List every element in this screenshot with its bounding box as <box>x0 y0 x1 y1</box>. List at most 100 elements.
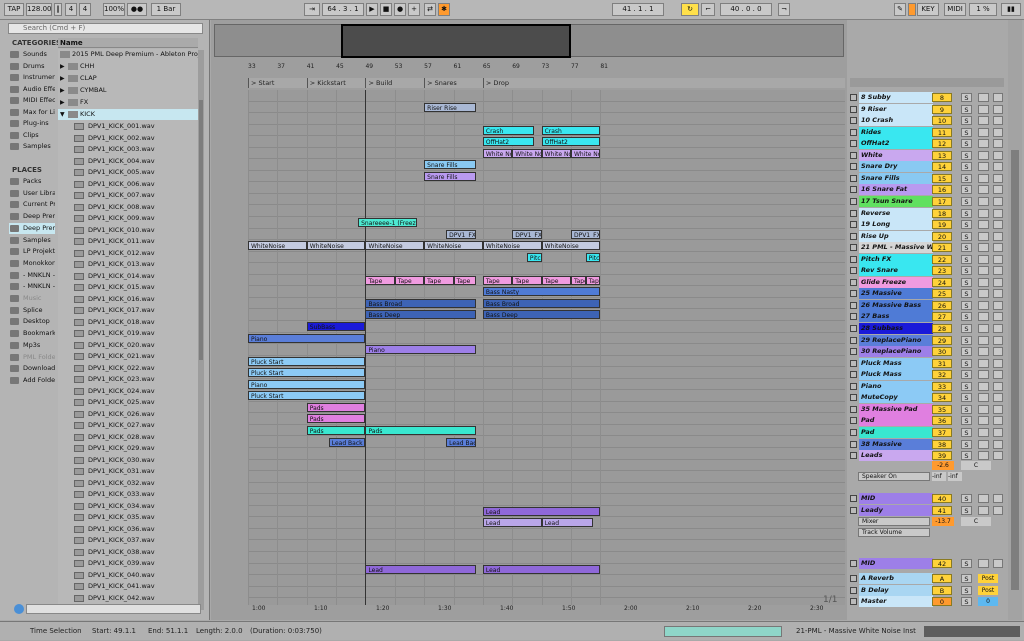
track-header[interactable]: 9 Riser 9 S <box>848 103 1006 115</box>
arm-button[interactable] <box>978 347 989 357</box>
expand-icon[interactable]: ▶ <box>60 73 65 84</box>
bar-ruler[interactable]: 33 37 41 45 49 53 57 61 65 69 73 77 81 <box>248 63 845 73</box>
solo-button[interactable]: S <box>961 220 972 230</box>
browser-file-label[interactable]: DPV1_KICK_041.wav <box>58 582 155 590</box>
solo-button[interactable]: S <box>961 597 972 606</box>
track-activator[interactable]: 38 <box>932 439 952 449</box>
track-name[interactable]: 28 Subbass <box>859 323 933 334</box>
track-fold-icon[interactable] <box>850 575 857 582</box>
preview-strip[interactable] <box>26 604 201 614</box>
solo-button[interactable]: S <box>961 243 972 253</box>
browser-file[interactable]: DPV1_KICK_037.wav <box>58 535 198 546</box>
track-activator[interactable]: 25 <box>932 289 952 299</box>
browser-file[interactable]: DPV1_KICK_029.wav <box>58 443 198 454</box>
solo-button[interactable]: S <box>961 185 972 195</box>
track-name[interactable]: Piano <box>859 380 933 392</box>
arrangement-clip[interactable]: Snareeee-1 (Freeze) <box>358 218 417 228</box>
arrangement-clip[interactable]: WhiteNoise <box>248 241 307 251</box>
arm-button[interactable] <box>978 300 989 310</box>
track-lane[interactable] <box>248 229 845 241</box>
audio-file-icon[interactable] <box>74 341 84 349</box>
track-name[interactable]: Pluck Mass <box>859 369 933 381</box>
audio-file-icon[interactable] <box>74 594 84 602</box>
browser-scrollbar[interactable] <box>198 50 204 610</box>
browser-file-label[interactable]: DPV1_KICK_008.wav <box>58 203 155 211</box>
folder-icon[interactable] <box>10 365 19 373</box>
track-fold-icon[interactable] <box>850 359 857 367</box>
time-marker[interactable]: 1:30 <box>438 605 451 612</box>
place-item[interactable]: Deep Premium <box>9 211 55 222</box>
track-activator[interactable]: 31 <box>932 358 952 368</box>
browser-file[interactable]: DPV1_KICK_028.wav <box>58 432 198 443</box>
monitor-button[interactable] <box>993 370 1003 380</box>
folder-icon[interactable] <box>10 271 19 279</box>
audio-file-icon[interactable] <box>74 215 84 222</box>
track-name[interactable]: White <box>859 149 933 161</box>
monitor-button[interactable] <box>993 116 1003 126</box>
arm-button[interactable] <box>978 289 989 299</box>
solo-button[interactable]: S <box>961 208 972 218</box>
group-track-header[interactable]: MID 42 S <box>848 558 1006 569</box>
locator-lane[interactable]: > Start > Kickstart > Build > Snares > Drop <box>248 78 845 88</box>
monitor-button[interactable] <box>993 162 1003 172</box>
arm-button[interactable] <box>978 254 989 264</box>
browser-file[interactable]: DPV1_KICK_003.wav <box>58 144 198 155</box>
arm-button[interactable] <box>978 416 989 426</box>
track-fold-icon[interactable] <box>850 417 857 425</box>
browser-file[interactable]: DPV1_KICK_014.wav <box>58 271 198 282</box>
category-label[interactable]: Max for Live <box>23 108 55 116</box>
track-header[interactable]: 19 Long 19 S <box>848 219 1006 231</box>
group-track-header[interactable]: MID 40 S <box>848 493 1006 504</box>
monitor-button[interactable] <box>993 173 1003 183</box>
monitor-button[interactable] <box>993 231 1003 241</box>
solo-button[interactable]: S <box>961 381 972 391</box>
solo-button[interactable]: S <box>961 416 972 426</box>
track-name[interactable]: Pad <box>859 426 933 438</box>
track-activator[interactable]: 35 <box>932 404 952 414</box>
track-lane[interactable] <box>248 102 845 114</box>
track-fold-icon[interactable] <box>850 94 857 101</box>
browser-file[interactable]: DPV1_KICK_038.wav <box>58 547 198 558</box>
audio-file-icon[interactable] <box>74 249 84 257</box>
track-activator[interactable]: 36 <box>932 416 952 426</box>
time-marker[interactable]: 1:40 <box>500 605 513 612</box>
browser-file[interactable]: DPV1_KICK_040.wav <box>58 570 198 581</box>
track-activator[interactable]: 27 <box>932 312 952 322</box>
arrangement-clip[interactable]: White Noise <box>541 148 571 158</box>
folder-icon[interactable] <box>68 99 78 106</box>
name-column-header[interactable]: Name <box>58 38 198 48</box>
category-label[interactable]: Clips <box>23 131 39 139</box>
browser-file[interactable]: DPV1_KICK_013.wav <box>58 259 198 270</box>
audio-file-icon[interactable] <box>74 456 84 464</box>
category-icon[interactable] <box>10 62 19 70</box>
grid-line[interactable] <box>570 90 572 605</box>
track-header[interactable]: 26 Massive Bass 26 S <box>848 299 1006 311</box>
expand-icon[interactable]: ▶ <box>60 61 65 72</box>
category-item[interactable]: Audio Effects <box>9 84 55 95</box>
time-ruler[interactable]: 1:00 1:10 1:20 1:30 1:40 1:50 2:00 2:10 2:20 2:30 <box>248 605 845 615</box>
return-track-header[interactable]: B Delay B S Post <box>848 584 1006 596</box>
track-header[interactable]: 35 Massive Pad 35 S <box>848 403 1006 415</box>
track-header[interactable]: Pad 36 S <box>848 415 1006 427</box>
track-fold-icon[interactable] <box>850 232 857 240</box>
track-lane[interactable] <box>248 159 845 171</box>
track-header[interactable]: 21 PML - Massive W 21 S <box>848 242 1006 254</box>
browser-file-label[interactable]: DPV1_KICK_033.wav <box>58 490 155 498</box>
audio-file-icon[interactable] <box>74 157 84 165</box>
browser-file[interactable]: DPV1_KICK_012.wav <box>58 248 198 259</box>
browser-file-label[interactable]: DPV1_KICK_035.wav <box>58 513 155 521</box>
browser-file-label[interactable]: DPV1_KICK_018.wav <box>58 318 155 326</box>
arm-button[interactable] <box>978 185 989 195</box>
browser-file-label[interactable]: DPV1_KICK_020.wav <box>58 341 155 349</box>
return-track-header[interactable]: A Reverb A S Post <box>848 573 1006 584</box>
track-lane[interactable] <box>248 460 845 472</box>
browser-file-label[interactable]: DPV1_KICK_019.wav <box>58 329 155 337</box>
audio-file-icon[interactable] <box>74 514 84 521</box>
track-name[interactable]: MID <box>859 493 933 504</box>
place-item[interactable]: Music <box>9 293 55 304</box>
audio-file-icon[interactable] <box>74 502 84 510</box>
browser-file[interactable]: DPV1_KICK_027.wav <box>58 420 198 431</box>
place-label[interactable]: Monokkon <box>23 259 55 267</box>
category-label[interactable]: Plug-ins <box>23 119 49 127</box>
audio-file-icon[interactable] <box>74 468 84 475</box>
